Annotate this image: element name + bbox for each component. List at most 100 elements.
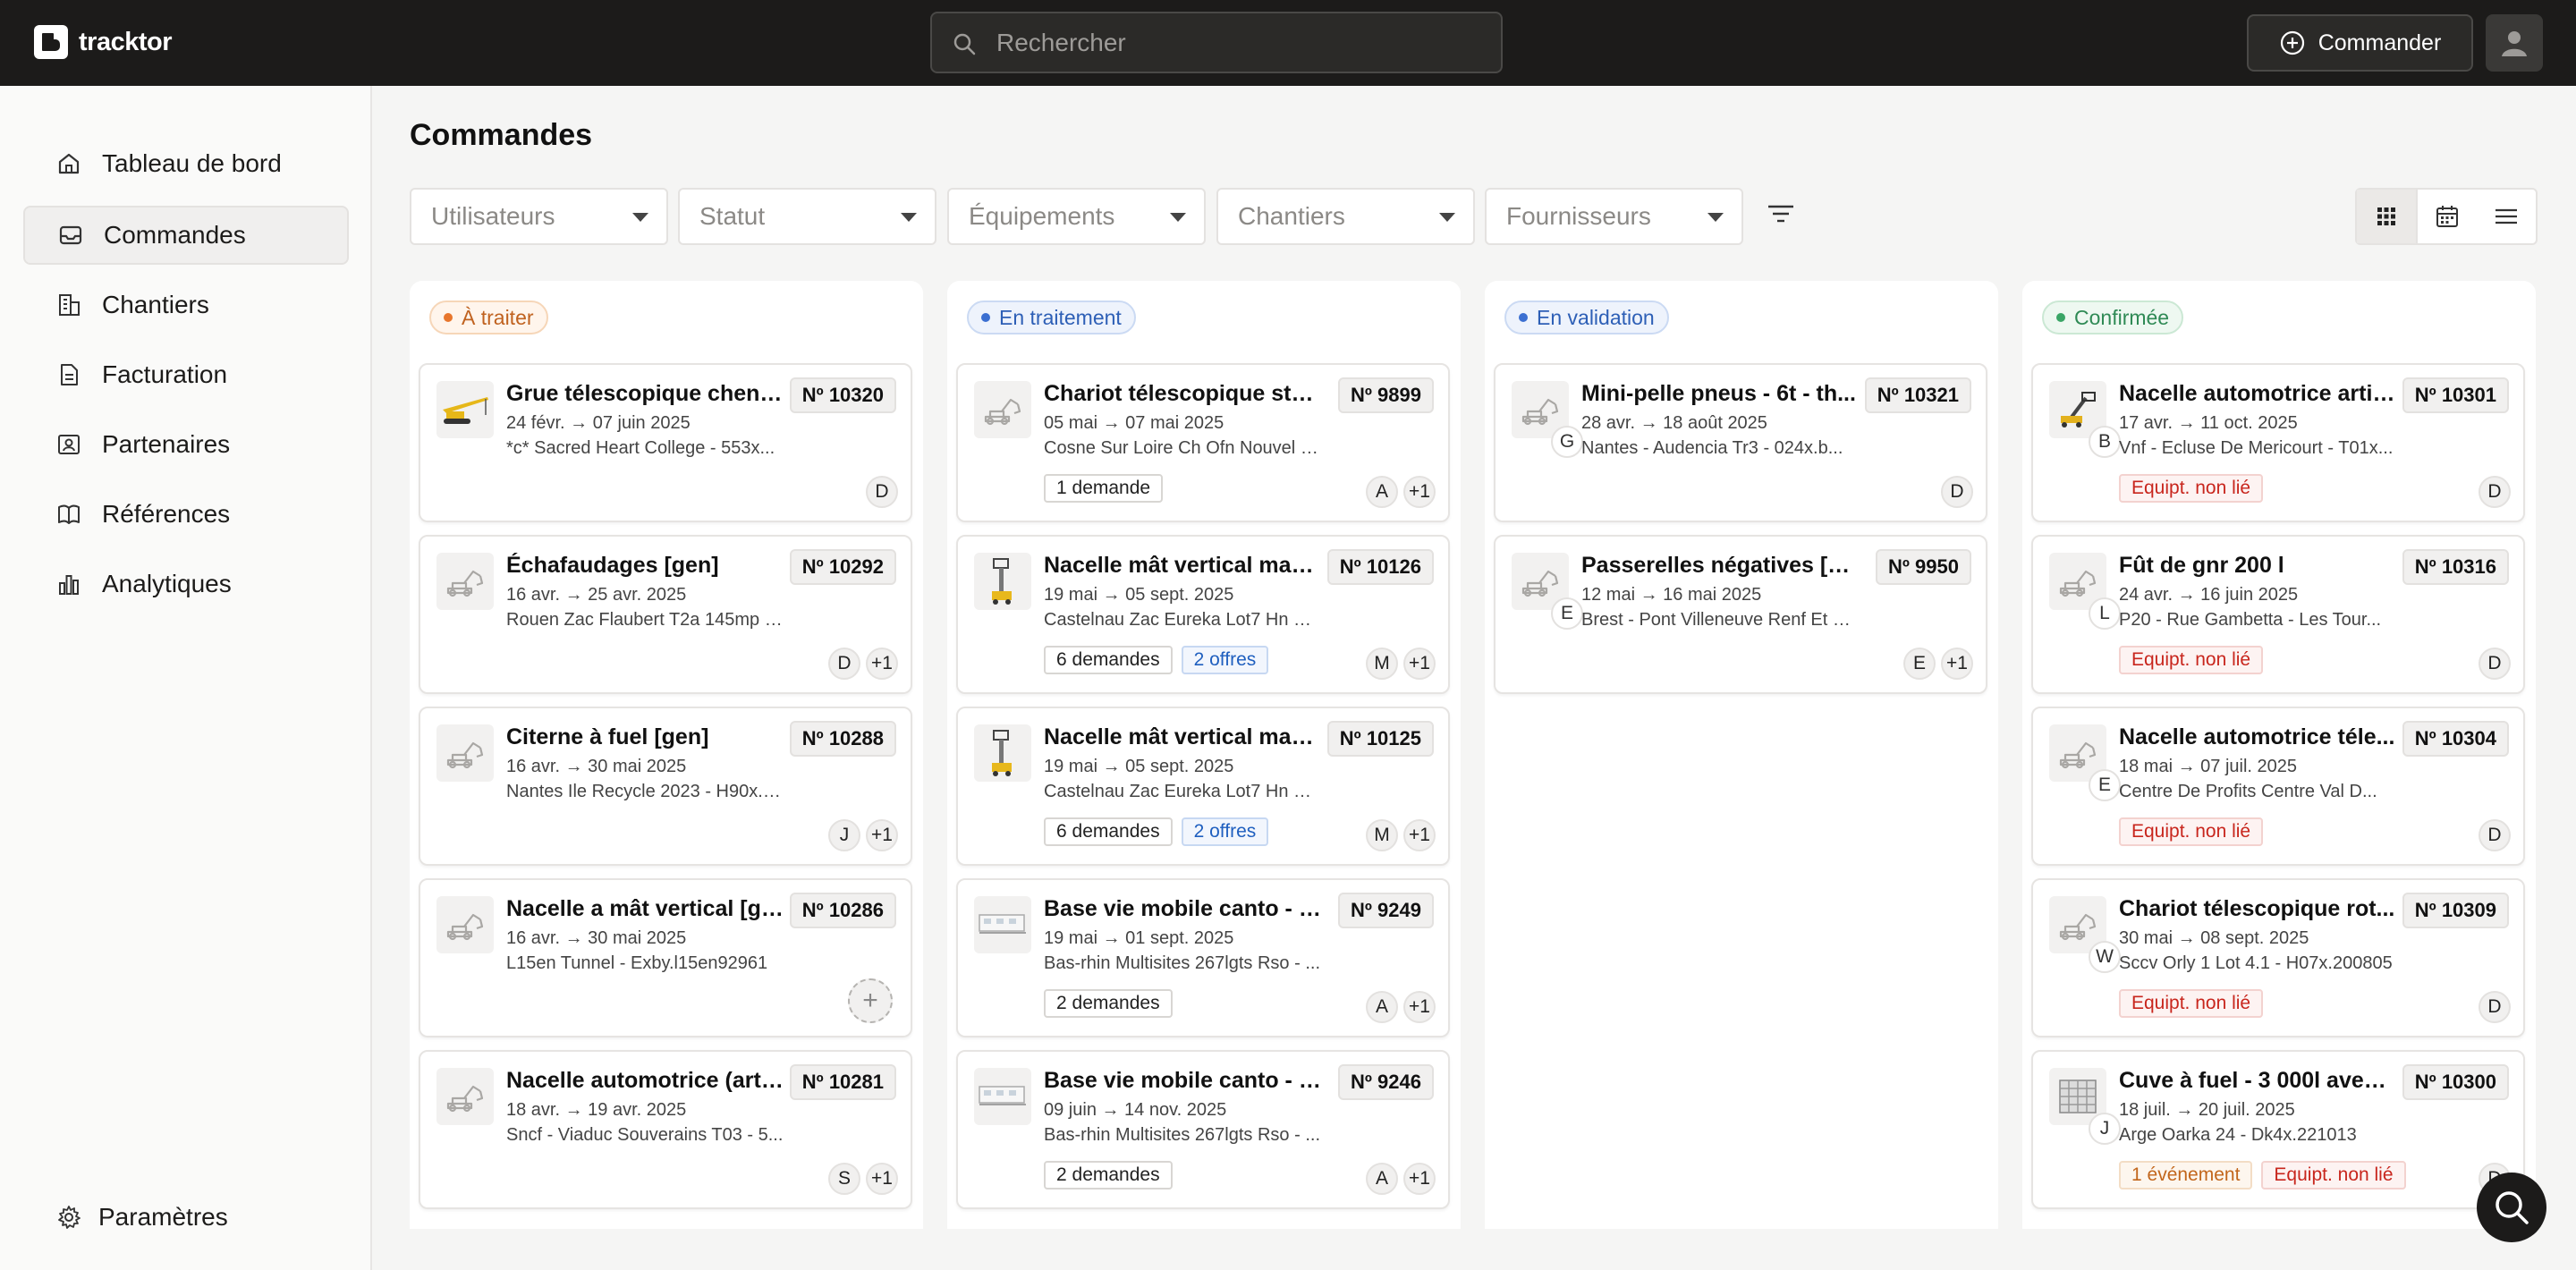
search-box[interactable] [930, 12, 1503, 73]
card-assignees: D [2479, 991, 2511, 1023]
order-card[interactable]: G Mini-pelle pneus - 6t - th... Nº 10321 28… [1494, 363, 1987, 522]
equipment-thumbnail [974, 724, 1031, 782]
sidebar-item-settings[interactable]: Paramètres [23, 1188, 349, 1247]
card-tags: 2 demandes [1044, 1161, 1173, 1190]
order-card[interactable]: Nacelle mât vertical manu... Nº 10126 19 m… [956, 535, 1450, 694]
avatar[interactable]: A [1366, 991, 1398, 1023]
avatar[interactable]: +1 [866, 648, 898, 680]
calendar-view-button[interactable] [2418, 190, 2477, 243]
equipment-thumbnail: W [2049, 896, 2121, 973]
avatar[interactable]: E [1903, 648, 1936, 680]
sidebar-item-sites[interactable]: Chantiers [23, 275, 349, 334]
equipment-thumbnail [436, 1068, 494, 1125]
status-badge: En traitement [967, 301, 1136, 334]
filter-label: Statut [699, 202, 766, 230]
order-button-label: Commander [2318, 30, 2442, 55]
order-card[interactable]: W Chariot télescopique rot... Nº 10309 30 m… [2031, 878, 2525, 1037]
order-card[interactable]: B Nacelle automotrice artic... Nº 10301 17 … [2031, 363, 2525, 522]
sidebar-item-billing[interactable]: Facturation [23, 345, 349, 404]
search-input[interactable] [996, 24, 1479, 62]
sidebar-item-analytics[interactable]: Analytiques [23, 555, 349, 614]
card-tags: Equipt. non lié [2119, 817, 2264, 846]
order-card[interactable]: E Nacelle automotrice téle... Nº 10304 18 m… [2031, 707, 2525, 866]
add-assignee-button[interactable]: + [848, 978, 893, 1023]
card-tag: Equipt. non lié [2119, 646, 2264, 674]
order-card[interactable]: E Passerelles négatives [av... Nº 9950 12 m… [1494, 535, 1987, 694]
order-card[interactable]: Citerne à fuel [gen] Nº 10288 16 avr. → 30… [419, 707, 912, 866]
avatar[interactable]: A [1366, 476, 1398, 508]
order-card[interactable]: Chariot télescopique stabili... Nº 9899 05… [956, 363, 1450, 522]
avatar[interactable]: +1 [1941, 648, 1973, 680]
filter-suppliers[interactable]: Fournisseurs [1485, 188, 1743, 245]
filter-status[interactable]: Statut [678, 188, 936, 245]
avatar[interactable]: D [2479, 991, 2511, 1023]
card-dates: 17 avr. → 11 oct. 2025 [2119, 413, 2298, 433]
order-card[interactable]: J Cuve à fuel - 3 000l avec ... Nº 10300 18… [2031, 1050, 2525, 1209]
sidebar-item-orders[interactable]: Commandes [23, 206, 349, 265]
card-tag: Equipt. non lié [2119, 989, 2264, 1018]
avatar[interactable]: +1 [866, 819, 898, 851]
list-view-button[interactable] [2477, 190, 2536, 243]
card-dates: 16 avr. → 25 avr. 2025 [506, 585, 687, 605]
order-card[interactable]: Nacelle automotrice (artic... Nº 10281 18 … [419, 1050, 912, 1209]
avatar[interactable]: D [2479, 476, 2511, 508]
status-badge: En validation [1504, 301, 1669, 334]
sidebar-item-label: Tableau de bord [102, 149, 282, 177]
order-button[interactable]: Commander [2247, 14, 2473, 72]
card-dates: 09 juin → 14 nov. 2025 [1044, 1100, 1227, 1120]
avatar[interactable]: +1 [1403, 819, 1436, 851]
order-card[interactable]: Base vie mobile canto - 6 p... Nº 9249 19 … [956, 878, 1450, 1037]
avatar[interactable]: M [1366, 819, 1398, 851]
filter-label: Chantiers [1238, 202, 1345, 230]
order-card[interactable]: Nacelle a mât vertical [gen] Nº 10286 16 a… [419, 878, 912, 1037]
avatar[interactable]: J [828, 819, 860, 851]
avatar[interactable]: D [828, 648, 860, 680]
equipment-thumbnail [436, 724, 494, 782]
equipment-thumbnail [974, 1068, 1031, 1125]
kanban-column: En traitement Chariot télescopique stabil… [947, 281, 1461, 1229]
order-card[interactable]: Nacelle mât vertical manu... Nº 10125 19 m… [956, 707, 1450, 866]
filter-lines-icon[interactable] [1766, 200, 1796, 227]
filter-equipment[interactable]: Équipements [947, 188, 1206, 245]
avatar[interactable]: D [1941, 476, 1973, 508]
user-icon [2498, 27, 2530, 59]
status-badge: Confirmée [2042, 301, 2184, 334]
avatar[interactable]: +1 [1403, 648, 1436, 680]
card-location: Sncf - Viaduc Souverains T03 - 5... [506, 1125, 784, 1145]
kanban-column: Confirmée B Nacelle automotrice artic... Nº… [2022, 281, 2536, 1229]
filter-users[interactable]: Utilisateurs [410, 188, 668, 245]
avatar[interactable]: D [866, 476, 898, 508]
sidebar-item-references[interactable]: Références [23, 485, 349, 544]
order-card[interactable]: Échafaudages [gen] Nº 10292 16 avr. → 25 a… [419, 535, 912, 694]
equipment-thumbnail: J [2049, 1068, 2121, 1145]
sidebar-item-dashboard[interactable]: Tableau de bord [23, 134, 349, 193]
sidebar-item-label: Références [102, 500, 231, 528]
avatar[interactable]: M [1366, 648, 1398, 680]
status-label: À traiter [462, 305, 534, 329]
filter-sites[interactable]: Chantiers [1216, 188, 1475, 245]
avatar[interactable]: D [2479, 819, 2511, 851]
app-logo[interactable]: tracktor [34, 25, 173, 59]
avatar[interactable]: +1 [1403, 1163, 1436, 1195]
avatar[interactable]: D [2479, 648, 2511, 680]
help-chat-button[interactable] [2477, 1173, 2546, 1242]
avatar[interactable]: +1 [866, 1163, 898, 1195]
avatar[interactable]: +1 [1403, 476, 1436, 508]
card-dates: 16 avr. → 30 mai 2025 [506, 928, 687, 948]
order-card[interactable]: Base vie mobile canto - 6 p... Nº 9246 09 … [956, 1050, 1450, 1209]
order-card[interactable]: Grue télescopique chenille... Nº 10320 24 … [419, 363, 912, 522]
kanban-column: À traiter Grue télescopique chenille... Nº… [410, 281, 923, 1229]
avatar[interactable]: A [1366, 1163, 1398, 1195]
card-location: Arge Oarka 24 - Dk4x.221013 [2119, 1125, 2357, 1145]
avatar[interactable]: +1 [1403, 991, 1436, 1023]
card-tags: 1 demande [1044, 474, 1164, 503]
card-tag: 1 événement [2119, 1161, 2253, 1190]
user-menu-button[interactable] [2486, 14, 2543, 72]
supplier-avatar: E [2089, 769, 2121, 801]
card-assignees: A +1 [1366, 476, 1436, 508]
avatar[interactable]: S [828, 1163, 860, 1195]
grid-view-button[interactable] [2357, 190, 2418, 243]
sidebar-item-partners[interactable]: Partenaires [23, 415, 349, 474]
card-location: Vnf - Ecluse De Mericourt - T01x... [2119, 438, 2394, 458]
order-card[interactable]: L Fût de gnr 200 l Nº 10316 24 avr. → 16 ju… [2031, 535, 2525, 694]
